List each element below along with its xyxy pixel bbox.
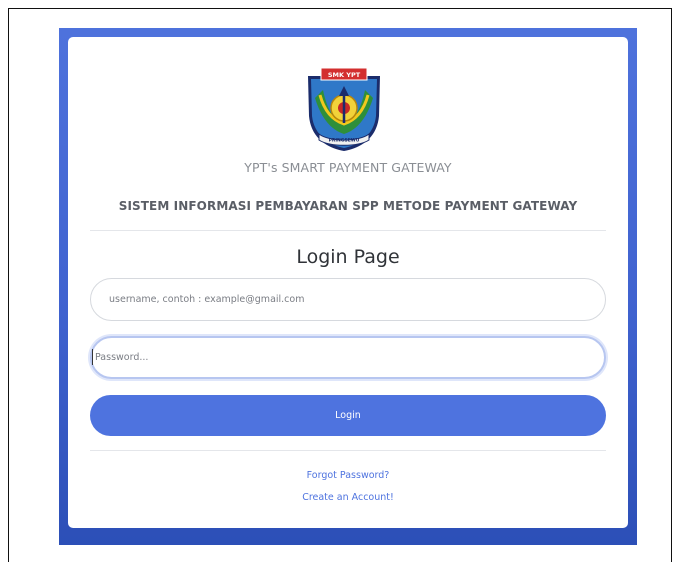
password-input[interactable] — [90, 336, 606, 379]
logo-banner-text: SMK YPT — [328, 71, 361, 79]
create-account-link[interactable]: Create an Account! — [68, 492, 628, 503]
login-card: SMK YPT PRINGSEWU YPT's SMART PAYMENT GA… — [68, 37, 628, 528]
divider — [90, 230, 606, 231]
login-button[interactable]: Login — [90, 395, 606, 436]
logo-ribbon-text: PRINGSEWU — [329, 138, 360, 144]
system-title: SISTEM INFORMASI PEMBAYARAN SPP METODE P… — [118, 199, 578, 213]
divider — [90, 450, 606, 451]
app-subtitle: YPT's SMART PAYMENT GATEWAY — [244, 160, 452, 175]
page-title: Login Page — [296, 246, 400, 268]
forgot-password-link[interactable]: Forgot Password? — [68, 470, 628, 481]
text-cursor — [92, 349, 93, 365]
username-input[interactable] — [90, 278, 606, 321]
school-logo: SMK YPT PRINGSEWU — [308, 67, 380, 151]
